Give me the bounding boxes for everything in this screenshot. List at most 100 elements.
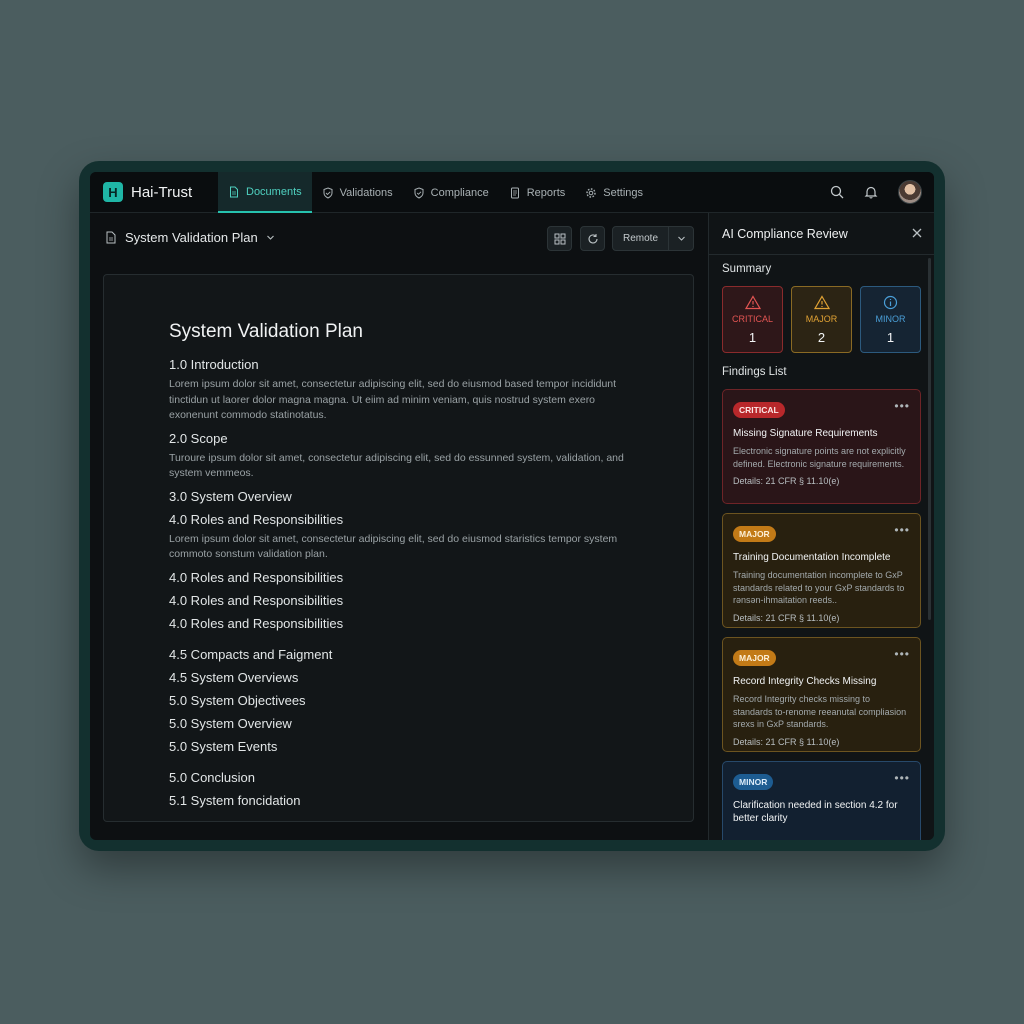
tab-label: Validations (339, 186, 393, 199)
summary-label-critical: CRITICAL (731, 313, 773, 324)
summary-label: Summary (722, 263, 772, 275)
section-heading: 4.0 Roles and Responsibilities (169, 569, 344, 585)
more-options-icon[interactable]: ••• (894, 399, 910, 413)
finding-title: Missing Signature Requirements (733, 428, 878, 439)
tab-documents[interactable]: Documents (218, 172, 312, 213)
document-title: System Validation Plan (125, 230, 258, 245)
summary-count-critical: 1 (748, 329, 757, 345)
section-heading: 4.5 System Overviews (169, 669, 299, 685)
scrollbar[interactable] (928, 258, 931, 620)
section-body: Lorem ipsum dolor sit amet, consectetur … (169, 378, 617, 421)
grid-view-button[interactable] (547, 226, 572, 251)
tab-reports[interactable]: Reports (499, 172, 576, 213)
finding-title: Record Integrity Checks Missing (733, 676, 877, 687)
tab-settings[interactable]: Settings (575, 172, 653, 213)
app-window: H Hai-Trust Documents Validations Compli… (90, 172, 934, 840)
more-options-icon[interactable]: ••• (894, 647, 910, 661)
section-heading: 2.0 Scope (169, 430, 228, 446)
shield-check-icon (323, 186, 333, 199)
section-heading: 4.0 Roles and Responsibilities (169, 511, 344, 527)
info-icon (883, 295, 898, 309)
remote-dropdown[interactable]: Remote (612, 226, 694, 251)
review-title: AI Compliance Review (722, 227, 848, 241)
summary-label-major: MAJOR (805, 313, 838, 324)
severity-badge: CRITICAL (733, 402, 785, 418)
report-icon (510, 187, 519, 198)
summary-major[interactable]: MAJOR 2 (791, 286, 852, 353)
tab-compliance[interactable]: Compliance (403, 172, 499, 213)
warning-icon (744, 294, 761, 309)
brand-logo: H (103, 182, 123, 202)
compliance-review-panel: AI Compliance Review Summary CRITICAL 1 … (708, 213, 934, 840)
severity-badge: MAJOR (733, 650, 776, 666)
tab-label: Compliance (430, 186, 489, 199)
bell-icon[interactable] (864, 185, 878, 199)
finding-card[interactable]: MINOR ••• Clarification needed in sectio… (722, 761, 921, 840)
section-body: Lorem ipsum dolor sit amet, consectetur … (169, 532, 618, 561)
shield-icon (414, 186, 424, 199)
finding-title: Clarification needed in section 4.2 for … (733, 800, 898, 824)
document-selector[interactable]: System Validation Plan (105, 230, 275, 245)
more-options-icon[interactable]: ••• (894, 771, 910, 785)
gear-icon (586, 187, 596, 198)
finding-details: Details: 21 CFR § 11.10(e) (733, 476, 840, 486)
refresh-icon (587, 233, 598, 243)
nav-tabs: Documents Validations Compliance Reports… (218, 172, 653, 213)
tab-label: Settings (603, 186, 644, 199)
grid-icon (554, 233, 565, 244)
finding-title: Training Documentation Incomplete (733, 552, 891, 563)
section-heading: 5.1 System foncidation (169, 792, 301, 808)
summary-count-minor: 1 (886, 329, 895, 345)
section-heading: 5.0 System Overview (169, 715, 292, 731)
severity-badge: MAJOR (733, 526, 776, 542)
finding-description: Electronic signature points are not expl… (733, 446, 906, 469)
section-heading: 4.0 Roles and Responsibilities (169, 615, 344, 631)
refresh-button[interactable] (580, 226, 605, 251)
section-heading: 3.0 System Overview (169, 488, 292, 504)
search-icon[interactable] (830, 185, 844, 199)
tab-validations[interactable]: Validations (312, 172, 403, 213)
section-heading: 4.5 Compacts and Faigment (169, 646, 333, 662)
chevron-down-icon (266, 235, 274, 240)
summary-label-minor: MINOR (875, 313, 906, 324)
section-heading: 4.0 Roles and Responsibilities (169, 592, 344, 608)
document-heading: System Validation Plan (169, 321, 363, 342)
tab-label: Documents (246, 185, 302, 198)
remote-label: Remote (613, 227, 669, 250)
section-heading: 1.0 Introduction (169, 357, 259, 372)
document-content: System Validation Plan 1.0 Introduction L… (169, 321, 639, 812)
section-heading: 5.0 System Events (169, 738, 278, 754)
top-nav: H Hai-Trust Documents Validations Compli… (90, 172, 934, 213)
brand-name: Hai-Trust (131, 183, 193, 201)
document-toolbar: System Validation Plan Remote (90, 213, 708, 263)
finding-card[interactable]: MAJOR ••• Record Integrity Checks Missin… (722, 637, 921, 752)
section-body: Turoure ipsum dolor sit amet, consectetu… (169, 451, 624, 480)
summary-count-major: 2 (817, 329, 826, 345)
finding-details: Details: 21 CFR § 11.10(e) (733, 736, 840, 747)
document-icon (230, 186, 238, 197)
summary-minor[interactable]: MINOR 1 (860, 286, 921, 353)
summary-critical[interactable]: CRITICAL 1 (722, 286, 783, 353)
close-icon[interactable] (911, 227, 923, 239)
brand[interactable]: H Hai-Trust (103, 182, 192, 202)
section-heading: 5.0 System Objectivees (169, 692, 306, 708)
avatar[interactable] (898, 180, 922, 204)
tab-label: Reports (526, 186, 566, 199)
finding-card[interactable]: CRITICAL ••• Missing Signature Requireme… (722, 389, 921, 504)
more-options-icon[interactable]: ••• (894, 523, 910, 537)
finding-description: Training documentation incomplete to GxP… (733, 570, 905, 605)
review-header: AI Compliance Review (709, 213, 934, 255)
finding-details: Details: 21 CFR § 11.10(e) (733, 612, 840, 623)
document-icon (106, 231, 116, 244)
findings-label: Findings List (722, 366, 787, 378)
warning-icon (813, 294, 830, 309)
finding-card[interactable]: MAJOR ••• Training Documentation Incompl… (722, 513, 921, 628)
document-panel: System Validation Plan 1.0 Introduction L… (103, 274, 694, 822)
chevron-down-icon (669, 227, 693, 250)
section-heading: 5.0 Conclusion (169, 769, 255, 785)
finding-description: Record Integrity checks missing to stand… (733, 694, 907, 729)
nav-actions (830, 180, 922, 204)
severity-badge: MINOR (733, 774, 774, 790)
